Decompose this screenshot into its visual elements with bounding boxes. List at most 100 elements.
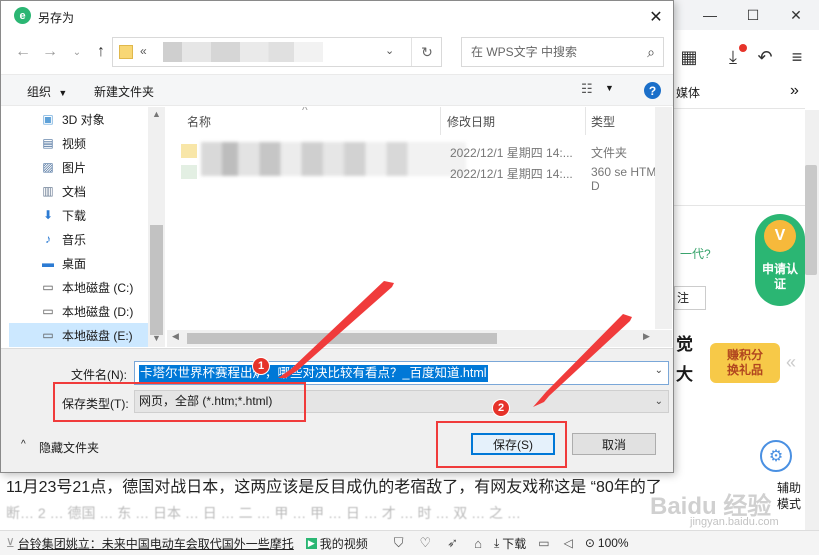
nav-item[interactable]: ▣ 3D 对象 [9,107,154,131]
more-tabs-icon[interactable]: » [790,82,799,100]
nav-item[interactable]: ▭ 本地磁盘 (C:) [9,275,154,299]
notification-dot [739,44,747,52]
annotation-badge-1: 1 [252,357,270,375]
scroll-up-icon[interactable]: ▲ [152,109,161,119]
app-logo-icon: e [14,7,31,24]
nav-item[interactable]: ▭ 本地磁盘 (E:) [9,323,154,347]
file-row[interactable]: 2022/12/1 星期四 14:... 360 se HTML D [167,163,672,193]
game-icon[interactable]: ⌂ [474,536,482,551]
video-icon: ▤ [42,136,54,150]
new-folder-button[interactable]: 新建文件夹 [94,83,154,100]
dialog-close-icon[interactable]: ✕ [639,1,673,32]
help-icon[interactable]: ? [644,82,661,99]
dialog-title-bar[interactable]: e 另存为 ✕ [1,1,673,32]
column-date[interactable]: 修改日期 [447,113,495,130]
sort-arrow-icon: ^ [302,107,308,117]
collapse-icon[interactable]: « [786,352,796,373]
rocket-icon[interactable]: ➶ [447,535,458,551]
side-button[interactable]: 注 [674,286,706,310]
undo-icon[interactable]: ↶ [750,40,780,74]
my-video[interactable]: ▶ 我的视频 [300,535,374,552]
earn-points-badge[interactable]: 赚积分换礼品 [710,343,780,383]
news-ticker[interactable]: ⊻ 台铃集团姚立：未来中国电动车会取代国外一些摩托 [0,535,300,552]
music-icon: ♪ [45,232,51,246]
side-link[interactable]: 一代? [680,245,711,262]
address-dropdown-icon[interactable]: ⌄ [385,44,394,57]
nav-scrollbar[interactable]: ▲ ▼ [148,107,165,347]
column-separator[interactable] [585,107,586,135]
view-caret-icon[interactable]: ▼ [605,83,614,93]
nav-item[interactable]: ▤ 视频 [9,131,154,155]
file-row[interactable]: 2022/12/1 星期四 14:... 文件夹 [167,142,672,176]
status-icons: ⛉ ♡ ➶ ⌂ [388,535,488,551]
window-icon[interactable]: ▭ [538,536,549,550]
nav-item[interactable]: ▥ 文档 [9,179,154,203]
my-video-label: 我的视频 [319,536,368,551]
file-hscrollbar[interactable]: ◀ ▶ [167,330,672,347]
download-status[interactable]: ⤓ 下载 [488,535,532,552]
view-options-icon[interactable]: ☷ [581,81,593,97]
scroll-left-icon[interactable]: ◀ [172,331,179,342]
apply-cert-label: 申请认证 [761,262,798,291]
grid-icon[interactable]: ▦ [674,40,704,74]
nav-item[interactable]: ▭ 本地磁盘 (D:) [9,299,154,323]
menu-icon[interactable]: ≡ [782,40,812,74]
tab-fragment[interactable]: 媒体 [676,84,700,101]
column-name[interactable]: 名称 [187,113,211,130]
file-date: 2022/12/1 星期四 14:... [450,167,573,181]
dialog-title: 另存为 [38,11,75,25]
nav-item[interactable]: ♪ 音乐 [9,227,154,251]
accessibility-icon[interactable]: ⚙ [760,440,792,472]
file-type: 文件夹 [591,146,628,160]
annotation-box-save [436,421,567,468]
crown-icon: V [764,220,796,252]
annotation-box-filetype [53,382,306,422]
download-label: 下载 [502,536,527,551]
nav-scrollbar-thumb[interactable] [150,225,163,335]
watermark-url: jingyan.baidu.com [690,516,779,528]
hide-folders-toggle[interactable]: 隐藏文件夹 [39,439,99,456]
apply-cert-badge[interactable]: V 申请认证 [755,214,805,306]
filename-dropdown-icon[interactable]: ⌄ [655,365,663,376]
play-icon: ▶ [305,537,317,549]
filename-label: 文件名(N): [71,368,127,382]
forward-icon[interactable]: → [41,42,59,62]
minimize-icon[interactable]: — [690,0,730,30]
up-icon[interactable]: ↑ [92,42,110,62]
nav-item[interactable]: ▬ 桌面 [9,251,154,275]
news-icon: ⊻ [6,536,15,550]
nav-item[interactable]: ⬇ 下载 [9,203,154,227]
health-icon[interactable]: ♡ [420,535,432,551]
address-bar[interactable]: « ⌄ ↻ [112,37,442,67]
folder-icon [119,45,133,59]
refresh-icon[interactable]: ↻ [411,38,442,66]
scroll-down-icon[interactable]: ▼ [152,333,161,343]
organize-menu[interactable]: 组织 ▼ [27,83,67,100]
caret-down-icon: ▼ [58,88,68,98]
zoom-level[interactable]: ⊙ 100% [579,536,635,550]
file-list: ^ 名称 修改日期 类型 2022/12/1 星期四 14:... 文件夹 20… [167,107,672,347]
close-icon[interactable]: ✕ [776,0,816,30]
search-input[interactable]: 在 WPS文字 中搜索 ⌕ [461,37,664,67]
mute-icon[interactable]: ◁ [564,536,573,550]
page-scrollbar-thumb[interactable] [805,165,817,275]
recent-icon[interactable]: ⌄ [68,42,86,62]
shield-icon[interactable]: ⛉ [394,535,404,551]
nav-item[interactable]: ▨ 图片 [9,155,154,179]
maximize-icon[interactable]: ☐ [733,0,773,30]
back-icon[interactable]: ← [14,42,32,62]
news-text[interactable]: 台铃集团姚立：未来中国电动车会取代国外一些摩托 [18,535,294,552]
nav-item-label: 3D 对象 [62,112,105,127]
scroll-right-icon[interactable]: ▶ [643,331,650,342]
nav-item-label: 本地磁盘 (D:) [62,304,134,319]
cancel-button[interactable]: 取消 [572,433,656,455]
column-separator[interactable] [440,107,441,135]
annotation-badge-2: 2 [492,399,510,417]
organize-label: 组织 [27,85,52,99]
search-icon[interactable]: ⌕ [647,38,655,66]
caret-up-icon[interactable]: ^ [21,439,26,450]
nav-item-label: 桌面 [62,256,87,271]
file-scrollbar[interactable] [655,107,672,329]
column-type[interactable]: 类型 [591,113,615,130]
file-hscrollbar-thumb[interactable] [187,333,497,344]
